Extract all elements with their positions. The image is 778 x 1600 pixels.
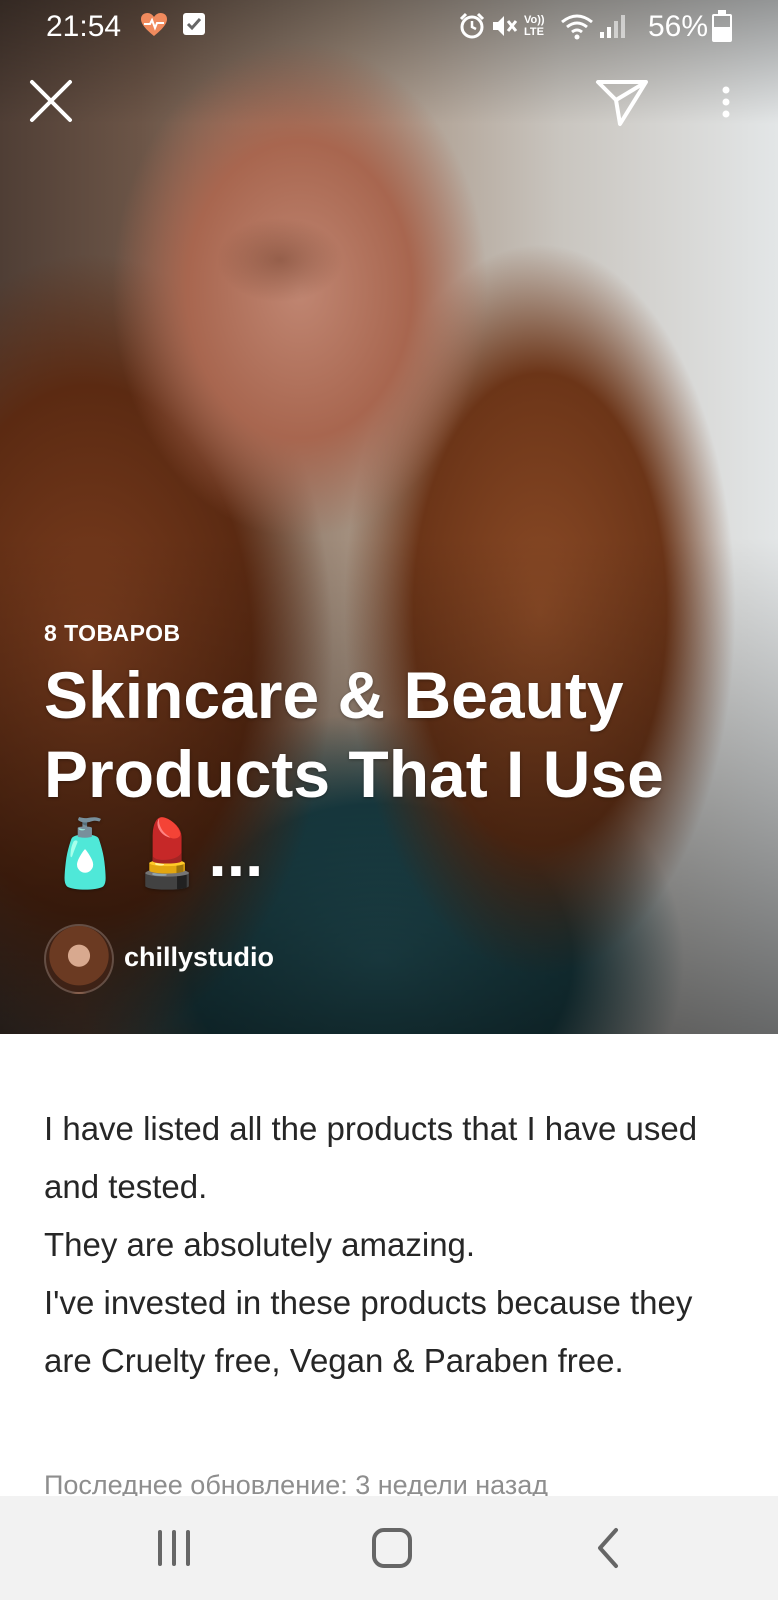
status-time: 21:54: [46, 10, 122, 43]
author-username[interactable]: chillystudio: [124, 942, 274, 973]
status-bar: 21:54 Vo)) LTE 56%: [0, 0, 778, 56]
description-line: I've invested in these products because …: [44, 1284, 693, 1379]
last-updated-text: Последнее обновление: 3 недели назад: [44, 1470, 549, 1496]
check-box-icon: [182, 12, 206, 42]
mute-icon: [490, 12, 520, 46]
description-line: I have listed all the products that I ha…: [44, 1110, 698, 1205]
guide-item-count: 8 ТОВАРОВ: [44, 620, 181, 646]
signal-icon: [598, 12, 626, 46]
battery-percent: 56%: [648, 10, 709, 43]
home-icon[interactable]: [362, 1522, 422, 1574]
avatar[interactable]: [44, 924, 114, 994]
heart-rate-icon: [140, 12, 168, 44]
back-icon[interactable]: [580, 1522, 640, 1574]
system-navigation-bar: [0, 1496, 778, 1600]
wifi-icon: [560, 12, 594, 46]
battery-icon: [712, 10, 732, 42]
guide-title: Skincare & Beauty Products That I Use 🧴💄…: [44, 658, 664, 890]
more-vertical-icon[interactable]: [712, 84, 740, 124]
send-icon[interactable]: [594, 76, 650, 128]
volte-icon: Vo)) LTE: [524, 14, 545, 38]
close-icon[interactable]: [28, 78, 74, 124]
guide-description: I have listed all the products that I ha…: [44, 1100, 744, 1390]
recent-apps-icon[interactable]: [144, 1522, 204, 1574]
description-line: They are absolutely amazing.: [44, 1226, 476, 1263]
alarm-icon: [458, 12, 486, 46]
battery-level-fill: [714, 26, 730, 40]
